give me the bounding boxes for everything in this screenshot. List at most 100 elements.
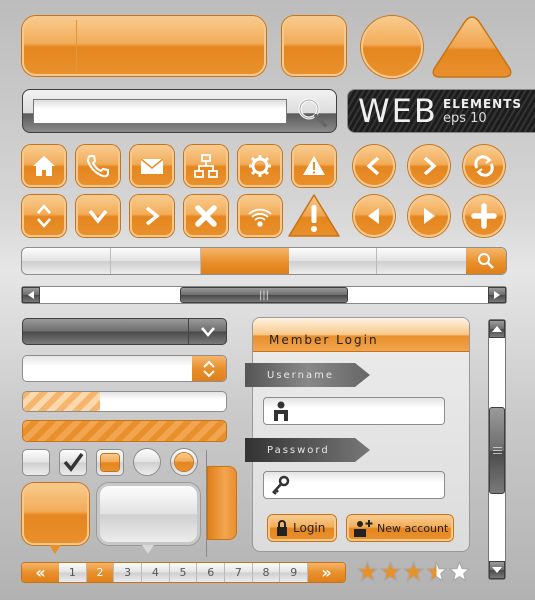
chevron-left-icon <box>366 156 380 176</box>
up-down-button[interactable] <box>22 195 66 237</box>
search-icon[interactable] <box>295 95 329 129</box>
star-icon[interactable] <box>357 561 378 582</box>
search-bar <box>22 89 337 133</box>
segment[interactable] <box>22 248 111 274</box>
login-button-label: Login <box>293 521 326 535</box>
mail-button[interactable] <box>130 145 174 187</box>
warning-icon <box>311 205 317 232</box>
page-9[interactable]: 9 <box>280 563 309 582</box>
page-2[interactable]: 2 <box>86 563 115 582</box>
lock-icon <box>277 520 287 536</box>
page-4[interactable]: 4 <box>142 563 170 582</box>
play-left-icon <box>28 291 34 299</box>
refresh-icon <box>474 155 494 177</box>
page-3[interactable]: 3 <box>114 563 143 582</box>
play-right-button[interactable] <box>408 195 450 237</box>
blank-circle-button[interactable] <box>361 16 423 78</box>
radio-unselected[interactable] <box>133 448 161 476</box>
star-rating[interactable] <box>357 561 470 582</box>
scroll-down-button[interactable] <box>489 561 505 579</box>
page-5[interactable]: 5 <box>170 563 198 582</box>
new-account-button[interactable]: New account <box>347 515 453 541</box>
radio-selected[interactable] <box>170 448 198 476</box>
badge-subtitle: ELEMENTS <box>443 97 523 111</box>
home-button[interactable] <box>22 145 66 187</box>
page-next-button[interactable]: » <box>308 563 345 582</box>
checkbox-unchecked[interactable] <box>22 449 50 476</box>
page-prev-button[interactable]: « <box>22 563 59 582</box>
page-7[interactable]: 7 <box>225 563 253 582</box>
radio-dot <box>175 453 193 471</box>
toggle-square-fill <box>101 454 119 471</box>
side-tab[interactable] <box>207 466 237 540</box>
check-icon <box>63 452 84 472</box>
progress-bar <box>22 391 227 412</box>
scroll-left-button[interactable] <box>22 287 40 303</box>
star-icon[interactable] <box>403 561 424 582</box>
add-button[interactable] <box>463 195 505 237</box>
star-icon[interactable] <box>426 561 447 582</box>
checkbox-checked[interactable] <box>59 449 87 476</box>
star-icon[interactable] <box>449 561 470 582</box>
divider <box>76 20 77 72</box>
user-icon <box>274 401 288 421</box>
username-label: Username <box>245 363 370 387</box>
up-down-icon <box>203 360 215 377</box>
forward-button[interactable] <box>130 195 174 237</box>
login-header: Member Login <box>253 318 469 352</box>
play-right-icon <box>424 208 435 224</box>
login-button[interactable]: Login <box>268 515 336 541</box>
segment-search[interactable] <box>466 248 506 274</box>
page-1[interactable]: 1 <box>59 563 87 582</box>
close-button[interactable] <box>184 195 228 237</box>
scroll-thumb[interactable]: ||| <box>180 287 348 303</box>
speech-bubble-gray <box>97 483 200 545</box>
progress-fill <box>23 392 101 411</box>
segment[interactable] <box>377 248 466 274</box>
phone-icon <box>86 155 109 178</box>
home-icon <box>33 156 55 176</box>
segmented-bar <box>21 247 507 275</box>
blank-wide-button[interactable] <box>22 16 266 76</box>
toggle-square[interactable] <box>96 449 124 476</box>
dropdown-arrow-button[interactable] <box>188 319 226 344</box>
next-button[interactable] <box>408 145 450 187</box>
down-button[interactable] <box>76 195 120 237</box>
star-icon[interactable] <box>380 561 401 582</box>
settings-button[interactable] <box>238 145 282 187</box>
page-8[interactable]: 8 <box>253 563 281 582</box>
wifi-icon <box>248 208 272 227</box>
bubble-tail <box>142 545 154 554</box>
play-left-button[interactable] <box>353 195 395 237</box>
add-user-icon <box>354 520 373 537</box>
scroll-thumb[interactable]: ||| <box>489 407 505 494</box>
segment[interactable] <box>111 248 201 274</box>
up-down-icon <box>37 204 51 228</box>
scroll-right-button[interactable] <box>488 287 506 303</box>
dropdown-select[interactable] <box>22 318 227 345</box>
scroll-up-button[interactable] <box>489 320 505 338</box>
password-label: Password <box>245 438 370 462</box>
blank-triangle-button[interactable] <box>430 14 514 80</box>
vertical-scrollbar[interactable]: ||| <box>488 319 506 580</box>
password-field[interactable] <box>263 471 445 499</box>
bubble-tail <box>49 545 61 554</box>
previous-button[interactable] <box>353 145 395 187</box>
segment-active[interactable] <box>201 248 289 274</box>
warning-triangle-button[interactable] <box>287 193 341 239</box>
username-field[interactable] <box>263 397 445 425</box>
wifi-button[interactable] <box>238 195 282 237</box>
refresh-button[interactable] <box>463 145 505 187</box>
segment[interactable] <box>289 248 377 274</box>
page-6[interactable]: 6 <box>197 563 226 582</box>
search-input[interactable] <box>33 99 287 124</box>
blank-square-button[interactable] <box>282 16 346 76</box>
login-title: Member Login <box>269 333 379 347</box>
horizontal-scrollbar[interactable]: ||| <box>21 286 507 304</box>
chevron-right-icon <box>145 206 160 226</box>
phone-button[interactable] <box>76 145 120 187</box>
stepper-input[interactable] <box>22 355 227 382</box>
stepper-button[interactable] <box>192 356 226 381</box>
sitemap-button[interactable] <box>184 145 228 187</box>
warning-button[interactable] <box>292 145 336 187</box>
